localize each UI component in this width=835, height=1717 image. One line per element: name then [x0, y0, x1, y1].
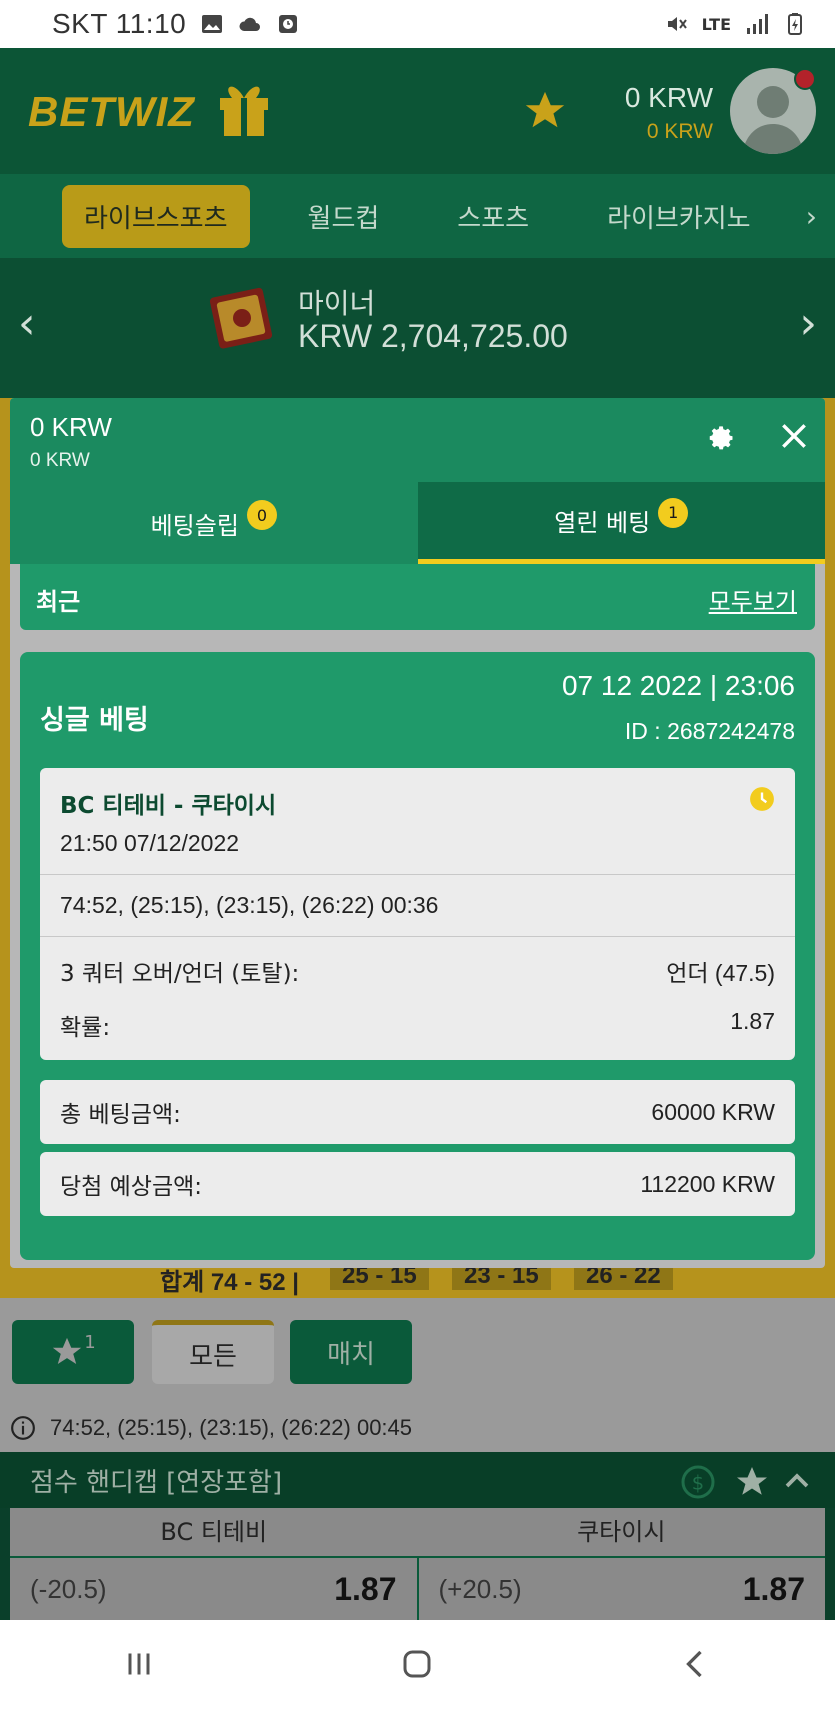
bet-type: 싱글 베팅 — [40, 705, 149, 736]
bet-selection: BC 티테비 - 쿠타이시 21:50 07/12/2022 74:52, (2… — [40, 768, 795, 1060]
status-bar: SKT 11:10 LTE — [0, 0, 835, 48]
close-icon[interactable] — [778, 420, 810, 452]
bet-id: ID : 2687242478 — [624, 718, 795, 744]
back-icon[interactable] — [666, 1646, 726, 1691]
selection-odds-row: 확률: 1.87 — [60, 1008, 775, 1042]
away-line: (+20.5) — [438, 1573, 522, 1604]
home-line: (-20.5) — [30, 1573, 107, 1604]
svg-text:$: $ — [692, 1472, 704, 1495]
main-nav-tabs: 라이브스포츠 월드컵 스포츠 라이브카지노 › — [0, 174, 835, 258]
payout-value: 112200 KRW — [640, 1170, 775, 1197]
settings-gear-icon[interactable] — [708, 424, 736, 452]
header-bonus-balance: 0 KRW — [646, 120, 713, 143]
nav-tab-sports[interactable]: 스포츠 — [437, 186, 549, 247]
alarm-icon — [279, 15, 298, 33]
betwiz-logo[interactable]: BETWIZ — [28, 88, 195, 136]
banner-prev-icon[interactable]: ‹ — [18, 298, 36, 349]
notification-dot — [794, 68, 816, 90]
clock-icon — [750, 787, 774, 811]
nav-tab-live-casino[interactable]: 라이브카지노 — [587, 186, 771, 247]
odd-away-button[interactable]: (+20.5) 1.87 — [416, 1558, 826, 1620]
away-odd: 1.87 — [742, 1570, 805, 1607]
star-icon[interactable] — [734, 1464, 770, 1500]
total-stake-row: 총 베팅금액: 60000 KRW — [40, 1080, 795, 1144]
status-carrier-time: SKT 11:10 — [52, 8, 187, 39]
recent-apps-icon[interactable] — [109, 1646, 169, 1691]
favorites-star-icon[interactable] — [522, 88, 568, 134]
nav-scroll-right-icon[interactable]: › — [806, 200, 817, 233]
selection-match-time: 21:50 07/12/2022 — [60, 830, 240, 856]
favorites-filter-button[interactable]: 1 — [12, 1320, 134, 1384]
treasure-book-icon — [209, 287, 273, 349]
market-filters: 1 모든 매치 — [0, 1298, 835, 1404]
jackpot-title: 마이너 — [298, 287, 376, 320]
market-label: 3 쿼터 오버/언더 (토탈): — [60, 961, 300, 987]
selection-market-row: 3 쿼터 오버/언더 (토탈): 언더 (47.5) — [60, 954, 775, 988]
market-teams-row: BC 티테비 쿠타이시 — [10, 1508, 825, 1556]
modal-bonus-balance: 0 KRW — [30, 450, 90, 471]
modal-tabs: 베팅슬립 0 열린 베팅 1 — [10, 482, 825, 564]
bet-slip-count-badge: 0 — [246, 500, 277, 530]
stake-label: 총 베팅금액: — [60, 1102, 181, 1128]
tab-open-bets[interactable]: 열린 베팅 1 — [417, 482, 825, 564]
payout-label: 당첨 예상금액: — [60, 1174, 203, 1200]
home-odd: 1.87 — [334, 1570, 397, 1607]
jackpot-banner: ‹ 마이너 KRW 2,704,725.00 › — [0, 258, 835, 398]
info-icon — [11, 1416, 35, 1440]
star-icon — [53, 1337, 82, 1365]
system-navigation-bar — [0, 1620, 835, 1717]
bet-slip-modal: 0 KRW 0 KRW 베팅슬립 0 열린 베팅 1 최근 모두보기 싱글 베팅… — [10, 398, 825, 1268]
tab-bet-slip[interactable]: 베팅슬립 0 — [10, 482, 418, 564]
open-bets-count-badge: 1 — [658, 497, 689, 528]
selection-score: 74:52, (25:15), (23:15), (26:22) 00:36 — [60, 892, 439, 918]
app-header: BETWIZ 0 KRW 0 KRW — [0, 48, 835, 174]
market-odds-row: (-20.5) 1.87 (+20.5) 1.87 — [10, 1556, 825, 1620]
all-filter-button[interactable]: 모든 — [152, 1320, 274, 1384]
nav-tab-world-cup[interactable]: 월드컵 — [288, 186, 400, 247]
home-icon[interactable] — [387, 1646, 447, 1691]
gift-icon — [220, 86, 268, 136]
market-title: 점수 핸디캡 [연장포함] — [30, 1467, 283, 1498]
favorites-count: 1 — [84, 1331, 96, 1353]
open-bet-card: 싱글 베팅 07 12 2022 | 23:06 ID : 2687242478… — [20, 652, 815, 1260]
match-filter-button[interactable]: 매치 — [290, 1320, 412, 1384]
modal-balance: 0 KRW — [30, 412, 112, 442]
odds-label: 확률: — [60, 1015, 111, 1041]
tab-open-bets-label: 열린 베팅 — [554, 509, 651, 537]
selection-match: BC 티테비 - 쿠타이시 — [60, 793, 277, 819]
live-info-row: 74:52, (25:15), (23:15), (26:22) 00:45 — [0, 1404, 835, 1452]
recent-bar: 최근 모두보기 — [20, 564, 815, 630]
team-home: BC 티테비 — [160, 1518, 268, 1546]
cashout-icon: $ — [681, 1465, 715, 1499]
banner-next-icon[interactable]: › — [799, 298, 817, 349]
selection-value: 언더 (47.5) — [666, 960, 775, 986]
tab-bet-slip-label: 베팅슬립 — [150, 511, 239, 540]
divider — [40, 874, 795, 875]
jackpot-amount: KRW 2,704,725.00 — [298, 318, 568, 354]
expected-payout-row: 당첨 예상금액: 112200 KRW — [40, 1152, 795, 1216]
recent-title: 최근 — [36, 588, 81, 616]
divider — [40, 936, 795, 937]
chevron-up-icon[interactable] — [782, 1466, 812, 1496]
mute-icon — [667, 17, 687, 31]
odd-home-button[interactable]: (-20.5) 1.87 — [10, 1558, 417, 1620]
signal-icon — [747, 14, 768, 34]
battery-icon — [788, 13, 802, 35]
view-all-link[interactable]: 모두보기 — [709, 582, 797, 617]
odds-value: 1.87 — [730, 1008, 775, 1034]
market-header[interactable]: 점수 핸디캡 [연장포함] $ — [0, 1452, 835, 1508]
live-info-text: 74:52, (25:15), (23:15), (26:22) 00:45 — [50, 1415, 413, 1440]
bet-datetime: 07 12 2022 | 23:06 — [561, 670, 795, 701]
team-away: 쿠타이시 — [577, 1518, 666, 1546]
gallery-icon — [202, 15, 223, 33]
header-balance: 0 KRW — [624, 82, 713, 113]
stake-value: 60000 KRW — [651, 1098, 775, 1125]
nav-tab-live-sports[interactable]: 라이브스포츠 — [62, 184, 250, 248]
network-type: LTE — [701, 14, 731, 34]
cloud-icon — [239, 17, 261, 31]
modal-header: 0 KRW 0 KRW — [10, 398, 825, 482]
